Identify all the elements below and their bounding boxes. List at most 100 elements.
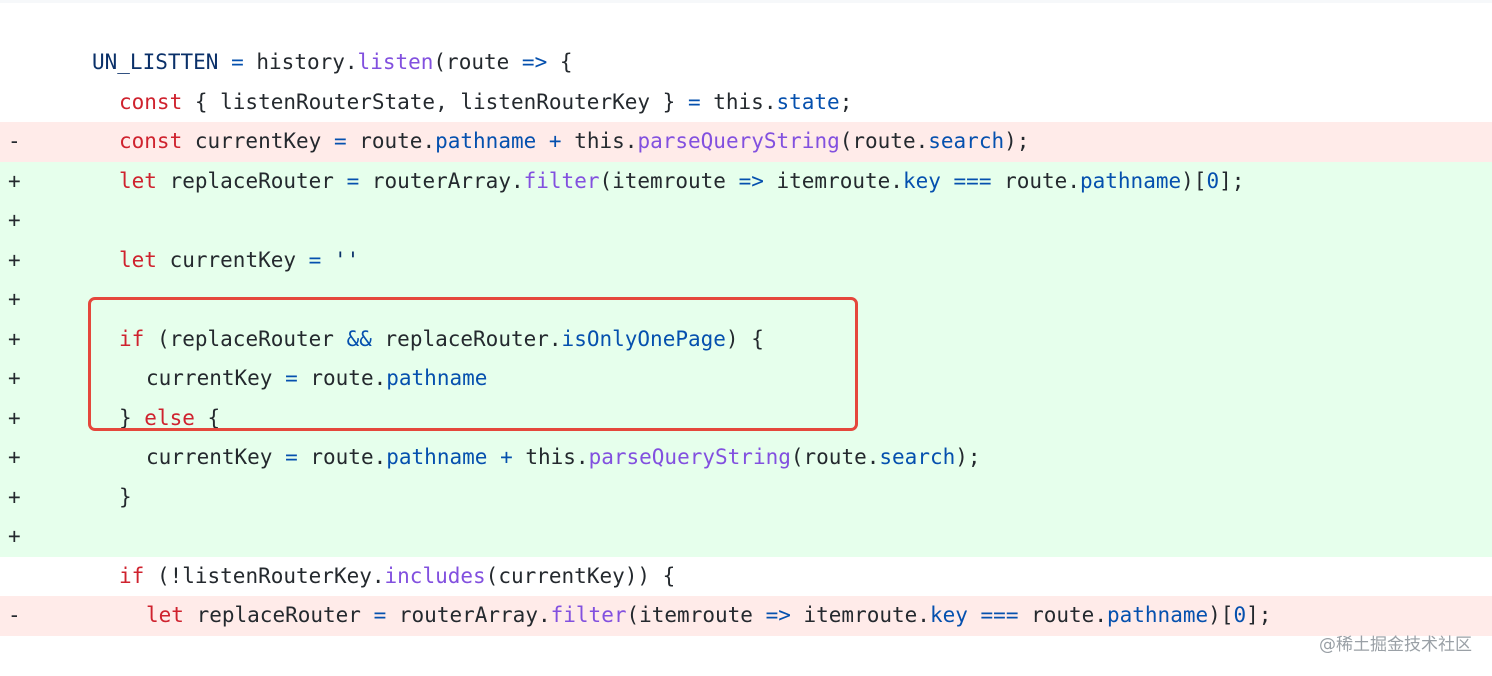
code-token: let — [146, 603, 184, 627]
diff-line-add: + — [0, 280, 1492, 320]
code-token: '' — [333, 247, 360, 272]
code-token: currentKey — [182, 129, 334, 153]
diff-line-add: + currentKey = route.pathname — [0, 359, 1492, 399]
code-token: (route. — [790, 445, 880, 469]
code-token: ; — [839, 89, 853, 114]
code-token: => — [738, 168, 764, 193]
code-text: const currentKey = route.pathname + this… — [119, 122, 1029, 162]
code-token: state — [776, 89, 840, 114]
code-token: currentKey — [146, 445, 286, 469]
code-token: routerArray. — [386, 603, 551, 627]
code-token: else — [144, 405, 195, 430]
code-token: key — [929, 603, 968, 627]
code-token: === — [980, 603, 1019, 627]
code-token: (itemroute — [599, 168, 739, 193]
diff-marker: + — [8, 445, 21, 469]
code-token: + — [548, 129, 562, 153]
diff-marker: + — [8, 366, 21, 390]
diff-marker: + — [8, 168, 21, 193]
code-token: includes — [384, 563, 486, 588]
code-token: route. — [991, 168, 1080, 193]
code-token: = — [231, 50, 244, 74]
code-token: { — [194, 405, 221, 430]
code-token: ) { — [725, 326, 764, 351]
code-text: let currentKey = '' — [119, 241, 359, 281]
code-token: = — [373, 603, 387, 627]
code-token: === — [953, 168, 992, 193]
code-text: } — [119, 478, 132, 518]
code-text: } else { — [119, 399, 220, 439]
diff-line-add: +} else { — [0, 398, 1492, 439]
diff-marker: + — [8, 326, 21, 351]
code-token: parseQueryString — [588, 445, 791, 469]
diff-line-add: + — [0, 517, 1492, 557]
code-token: UN_LISTTEN — [92, 50, 219, 74]
code-token: filter — [550, 603, 627, 627]
code-token: listen — [357, 50, 434, 74]
code-token: replaceRouter. — [371, 326, 562, 351]
code-token: = — [333, 129, 347, 153]
code-token: parseQueryString — [637, 129, 840, 153]
diff-marker: + — [8, 484, 21, 509]
code-token: { listenRouterState, listenRouterKey } — [182, 89, 688, 114]
diff-line-add: + if (replaceRouter && replaceRouter.isOn… — [0, 319, 1492, 360]
code-token: pathname — [386, 445, 488, 469]
diff-line-add: + let replaceRouter = routerArray.filter(… — [0, 161, 1492, 201]
code-token: route. — [346, 129, 436, 153]
code-token: search — [928, 129, 1005, 153]
code-token: && — [346, 326, 372, 351]
code-token: pathname — [1106, 603, 1209, 627]
code-token: routerArray. — [359, 168, 524, 193]
code-token: (route. — [839, 129, 929, 153]
diff-line-add: + let currentKey = '' — [0, 240, 1492, 281]
diff-marker: - — [8, 603, 21, 627]
watermark: @稀土掘金技术社区 — [1319, 635, 1472, 655]
code-token: (!listenRouterKey. — [144, 563, 385, 588]
code-token: route. — [297, 366, 387, 390]
code-text: currentKey = route.pathname — [146, 359, 487, 399]
code-token: ); — [955, 445, 981, 469]
code-token: ]; — [1246, 603, 1272, 627]
diff-line-ctx: UN_LISTTEN = history.listen(route => { — [0, 43, 1492, 83]
code-token: pathname — [435, 129, 537, 153]
code-token: if — [119, 326, 145, 351]
code-token: = — [687, 89, 701, 114]
code-token: itemroute. — [763, 168, 903, 193]
diff-marker: - — [8, 129, 21, 153]
code-token: { — [547, 50, 573, 74]
code-token: (itemroute — [626, 603, 766, 627]
code-token: = — [308, 247, 322, 272]
code-token: (route — [433, 50, 522, 74]
code-token: filter — [523, 168, 600, 193]
code-token: this. — [561, 129, 638, 153]
code-text: UN_LISTTEN = history.listen(route => { — [92, 43, 573, 83]
code-token: let — [119, 168, 157, 193]
diff-line-ctx: if (!listenRouterKey.includes(currentKey… — [0, 556, 1492, 597]
code-text: let replaceRouter = routerArray.filter(i… — [146, 596, 1271, 636]
code-text: if (!listenRouterKey.includes(currentKey… — [119, 557, 675, 597]
code-token: => — [521, 50, 548, 74]
code-token: itemroute. — [790, 603, 930, 627]
code-token: pathname — [386, 366, 488, 390]
top-edge — [0, 0, 1492, 3]
diff-marker: + — [8, 524, 21, 548]
diff-line-del: - const currentKey = route.pathname + thi… — [0, 122, 1492, 162]
code-token: pathname — [1079, 168, 1182, 193]
code-diff-view: UN_LISTTEN = history.listen(route => { co… — [0, 43, 1492, 636]
code-token: ]; — [1219, 168, 1245, 193]
code-token: route. — [297, 445, 387, 469]
diff-marker: + — [8, 287, 21, 311]
code-token: 0 — [1233, 603, 1247, 627]
code-token: } — [119, 484, 132, 509]
code-token: this. — [512, 445, 589, 469]
code-text: if (replaceRouter && replaceRouter.isOnl… — [119, 320, 764, 360]
code-text: currentKey = route.pathname + this.parse… — [146, 438, 981, 478]
code-token: history. — [243, 50, 358, 74]
diff-marker: + — [8, 247, 21, 272]
code-token: )[ — [1181, 168, 1207, 193]
